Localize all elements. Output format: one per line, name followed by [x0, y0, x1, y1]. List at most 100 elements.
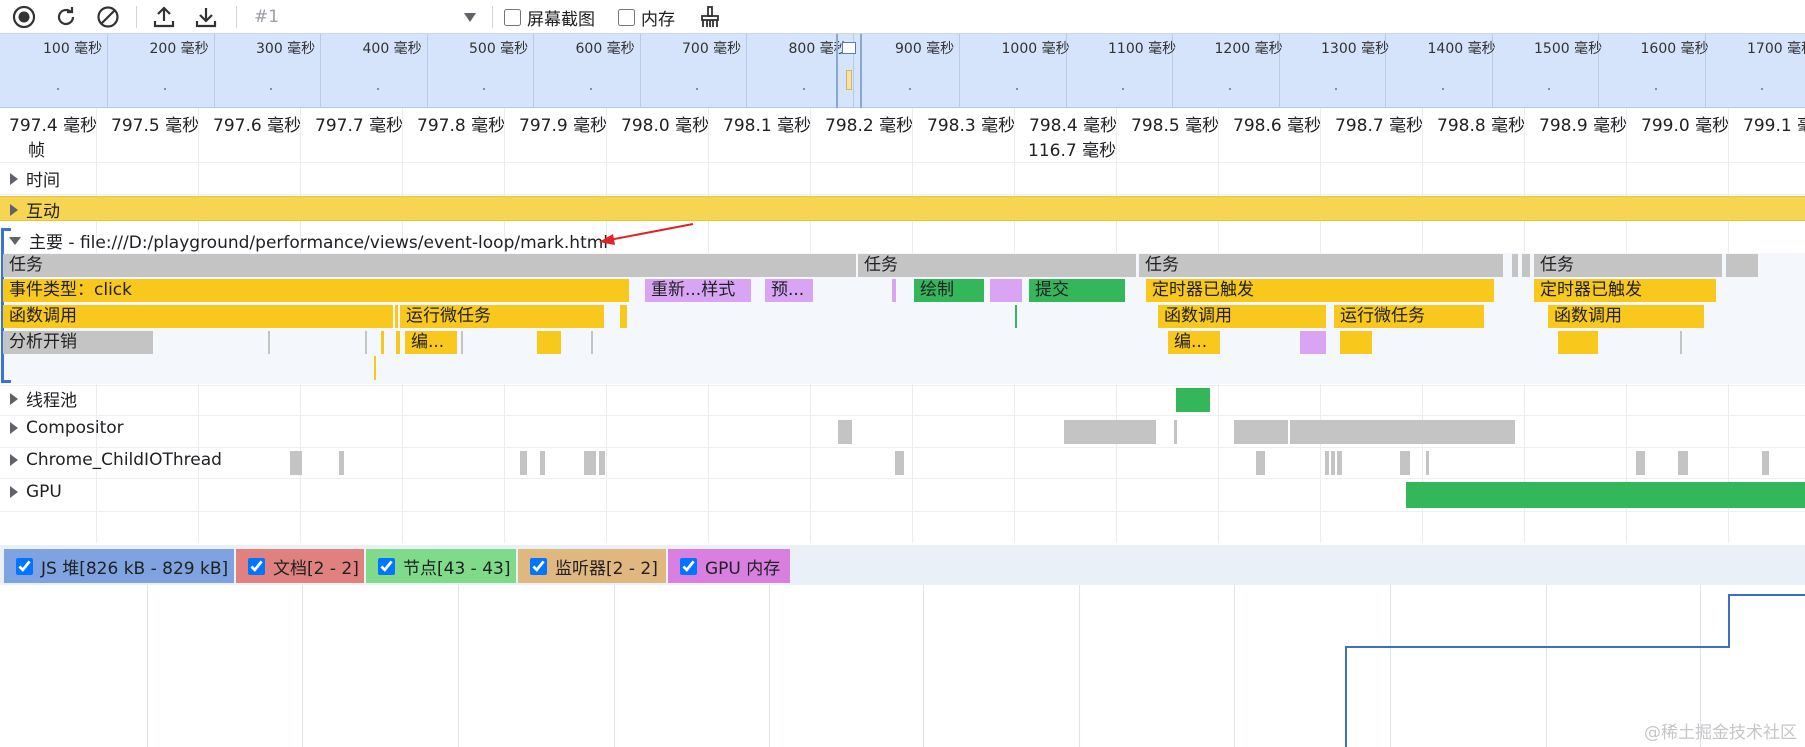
- event-small[interactable]: [1680, 331, 1682, 354]
- event-task[interactable]: 任务: [1534, 254, 1722, 277]
- event-compile[interactable]: 编...: [1168, 331, 1220, 354]
- screenshots-checkbox[interactable]: 屏幕截图: [504, 4, 595, 30]
- event-parse-overhead[interactable]: 分析开销: [3, 331, 153, 354]
- overview-selection-window[interactable]: [836, 34, 862, 108]
- counter-nodes[interactable]: 节点[43 - 43]: [366, 549, 516, 583]
- event-gpu[interactable]: [1406, 482, 1805, 508]
- event-small[interactable]: [268, 331, 270, 354]
- expand-arrow-icon[interactable]: [10, 392, 18, 405]
- event-io-thread[interactable]: [339, 451, 344, 475]
- memory-checkbox-input[interactable]: [618, 8, 635, 26]
- event-task[interactable]: 任务: [858, 254, 1136, 277]
- expand-arrow-icon[interactable]: [10, 203, 18, 216]
- counter-js-heap-checkbox[interactable]: [16, 557, 33, 575]
- event-small[interactable]: [1340, 331, 1372, 354]
- event-small[interactable]: [892, 279, 896, 302]
- selection-grip-icon[interactable]: [842, 42, 856, 54]
- counter-gpu-memory-checkbox[interactable]: [680, 557, 697, 575]
- event-io-thread[interactable]: [1400, 451, 1410, 475]
- event-recalc-style[interactable]: 重新...样式: [645, 279, 751, 302]
- track-thread-pool[interactable]: 线程池: [0, 386, 77, 411]
- event-task-small[interactable]: [1522, 254, 1530, 277]
- event-io-thread[interactable]: [540, 451, 545, 475]
- interactions-band[interactable]: [0, 196, 1805, 221]
- event-compositor[interactable]: [1290, 420, 1515, 444]
- event-small[interactable]: [620, 305, 627, 328]
- event-io-thread[interactable]: [1762, 451, 1769, 475]
- event-compositor[interactable]: [1064, 420, 1156, 444]
- event-task[interactable]: 任务: [3, 254, 856, 277]
- event-io-thread[interactable]: [584, 451, 596, 475]
- event-small[interactable]: [395, 305, 398, 328]
- event-timer-fired[interactable]: 定时器已触发: [1146, 279, 1494, 302]
- counter-documents-checkbox[interactable]: [248, 557, 265, 575]
- counter-nodes-checkbox[interactable]: [378, 557, 395, 575]
- event-run-microtasks[interactable]: 运行微任务: [400, 305, 604, 328]
- event-small[interactable]: [461, 331, 463, 354]
- event-io-thread[interactable]: [599, 451, 605, 475]
- counter-js-heap[interactable]: JS 堆[826 kB - 829 kB]: [4, 549, 234, 583]
- screenshots-checkbox-input[interactable]: [504, 8, 521, 26]
- event-function-call[interactable]: 函数调用: [1548, 305, 1704, 328]
- event-small[interactable]: [1300, 331, 1326, 354]
- event-compositor[interactable]: [838, 420, 852, 444]
- track-io-thread[interactable]: Chrome_ChildIOThread: [0, 450, 222, 470]
- counter-listeners-checkbox[interactable]: [530, 557, 547, 575]
- event-thread-pool[interactable]: [1176, 388, 1210, 412]
- track-gpu[interactable]: GPU: [0, 482, 62, 502]
- event-io-thread[interactable]: [290, 451, 302, 475]
- garbage-collect-button[interactable]: [696, 3, 724, 31]
- event-io-thread[interactable]: [1325, 451, 1329, 475]
- counter-documents[interactable]: 文档[2 - 2]: [236, 549, 364, 583]
- expand-arrow-icon[interactable]: [10, 486, 18, 498]
- event-function-call[interactable]: 函数调用: [1158, 305, 1326, 328]
- event-click[interactable]: 事件类型：click: [3, 279, 629, 302]
- track-main[interactable]: 主要 - file:///D:/playground/performance/v…: [0, 228, 608, 253]
- event-task-small[interactable]: [1726, 254, 1758, 277]
- record-button[interactable]: [10, 3, 38, 31]
- event-commit[interactable]: 提交: [1029, 279, 1125, 302]
- event-small[interactable]: [396, 331, 400, 354]
- event-io-thread[interactable]: [895, 451, 904, 475]
- event-small[interactable]: [1558, 331, 1598, 354]
- event-small[interactable]: [990, 279, 1022, 302]
- track-timings[interactable]: 时间: [0, 166, 60, 191]
- event-paint[interactable]: 绘制: [914, 279, 984, 302]
- event-io-thread[interactable]: [1636, 451, 1645, 475]
- event-io-thread[interactable]: [1331, 451, 1335, 475]
- memory-checkbox[interactable]: 内存: [618, 4, 675, 30]
- expand-arrow-icon[interactable]: [10, 422, 18, 434]
- event-io-thread[interactable]: [1256, 451, 1265, 475]
- event-run-microtasks[interactable]: 运行微任务: [1334, 305, 1484, 328]
- event-small[interactable]: [374, 356, 376, 380]
- expand-arrow-icon[interactable]: [10, 172, 18, 185]
- counter-listeners[interactable]: 监听器[2 - 2]: [518, 549, 666, 583]
- event-small[interactable]: [591, 331, 593, 354]
- event-io-thread[interactable]: [1678, 451, 1688, 475]
- event-small[interactable]: [1015, 305, 1017, 328]
- track-interactions[interactable]: 互动: [0, 197, 60, 222]
- event-pre-paint[interactable]: 预...: [765, 279, 813, 302]
- event-function-call[interactable]: 函数调用: [3, 305, 393, 328]
- event-compositor[interactable]: [1174, 420, 1177, 444]
- event-task-small[interactable]: [1512, 254, 1518, 277]
- event-task[interactable]: 任务: [1139, 254, 1503, 277]
- counter-gpu-memory[interactable]: GPU 内存: [668, 549, 790, 583]
- profile-select[interactable]: #1: [248, 4, 480, 30]
- event-small[interactable]: [537, 331, 561, 354]
- reload-button[interactable]: [52, 3, 80, 31]
- collapse-arrow-icon[interactable]: [9, 236, 21, 245]
- event-compile[interactable]: 编...: [405, 331, 457, 354]
- clear-button[interactable]: [94, 3, 122, 31]
- event-small[interactable]: [365, 331, 367, 354]
- save-profile-button[interactable]: [192, 3, 220, 31]
- event-io-thread[interactable]: [1426, 451, 1429, 475]
- event-small[interactable]: [381, 331, 384, 354]
- event-timer-fired[interactable]: 定时器已触发: [1534, 279, 1716, 302]
- track-compositor[interactable]: Compositor: [0, 418, 124, 438]
- event-compositor[interactable]: [1234, 420, 1288, 444]
- event-io-thread[interactable]: [520, 451, 527, 475]
- expand-arrow-icon[interactable]: [10, 454, 18, 466]
- event-io-thread[interactable]: [1337, 451, 1342, 475]
- timeline-overview[interactable]: 100 毫秒 200 毫秒 300 毫秒 400 毫秒 500 毫秒 600 毫秒 700 …: [0, 34, 1805, 108]
